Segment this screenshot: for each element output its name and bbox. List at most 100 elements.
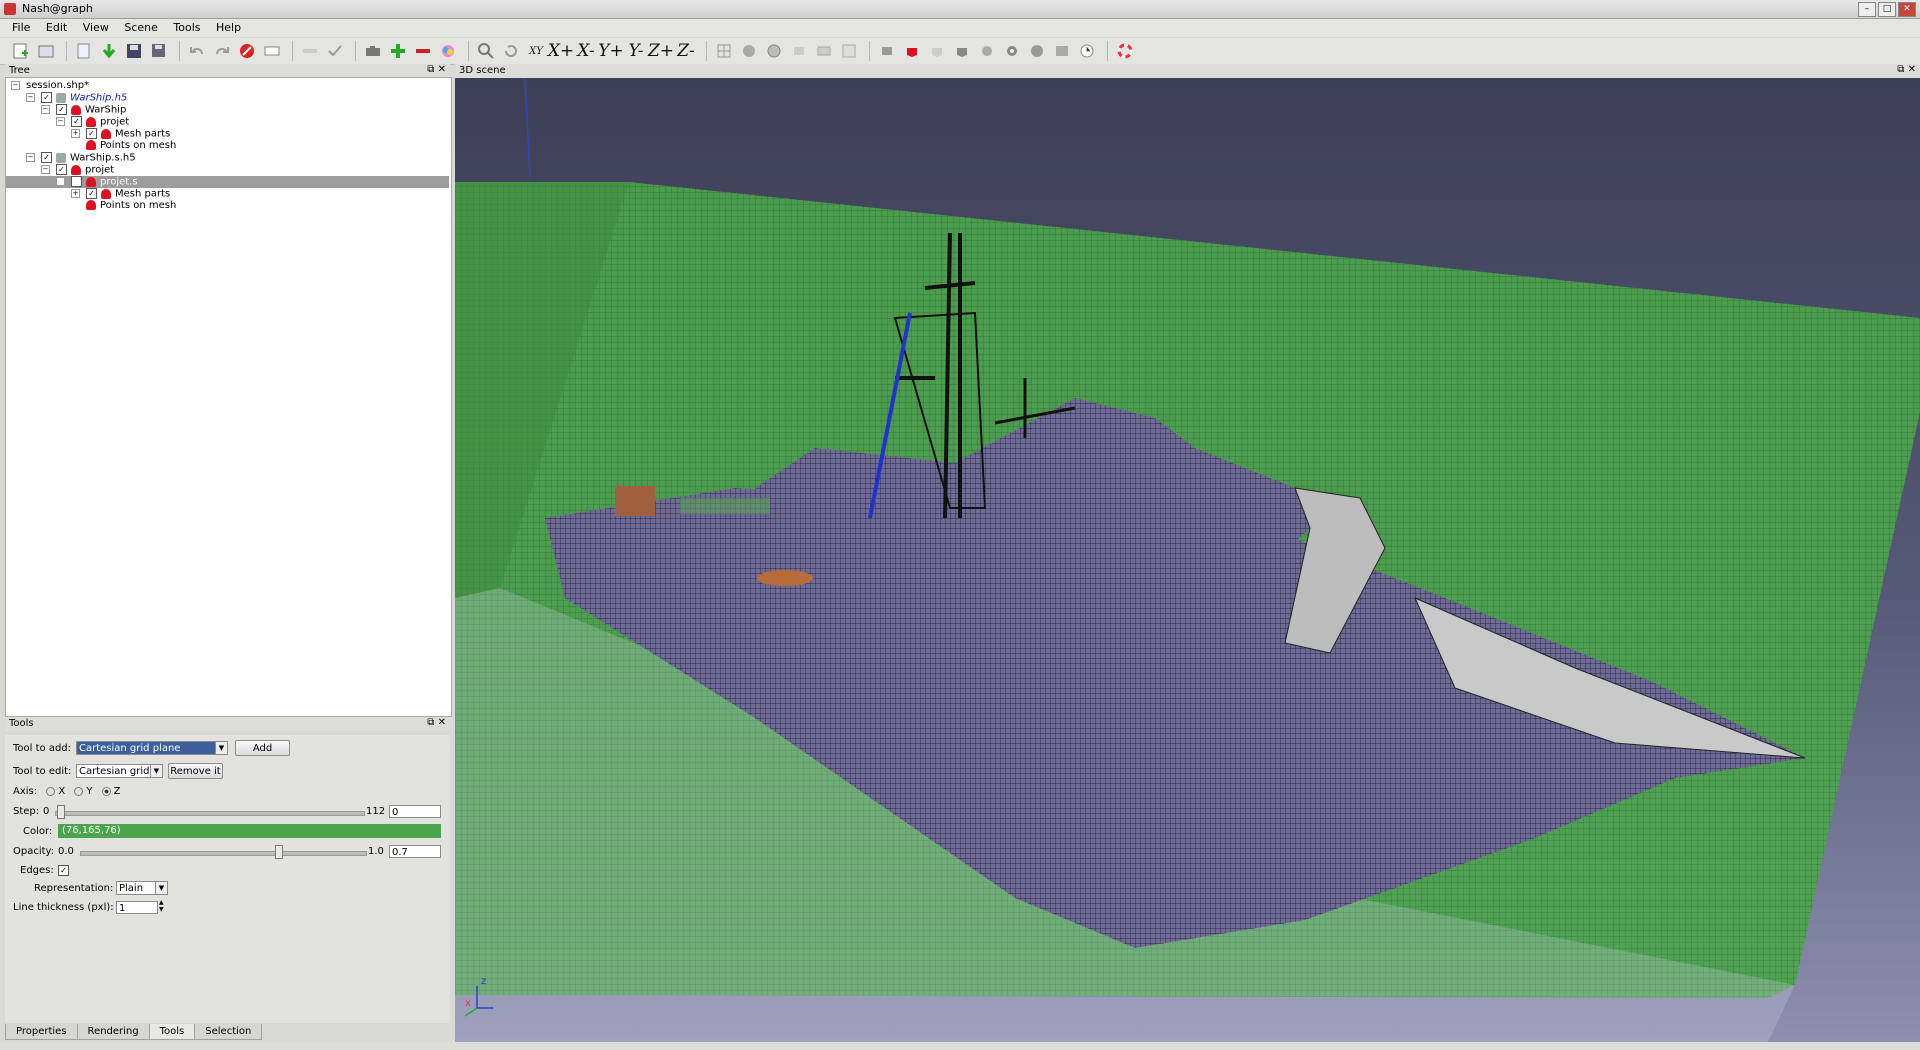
collapse-icon[interactable]: −: [26, 93, 35, 102]
rotate-icon[interactable]: [500, 40, 522, 62]
add-icon[interactable]: [387, 40, 409, 62]
mesh-white-icon[interactable]: [926, 40, 948, 62]
step-slider-handle[interactable]: [57, 805, 65, 819]
tab-rendering[interactable]: Rendering: [76, 1024, 150, 1040]
tree-item-mesh-parts-2[interactable]: + ✓ Mesh parts: [71, 188, 170, 200]
visibility-checkbox[interactable]: ✓: [86, 128, 97, 139]
clock-icon[interactable]: [1076, 40, 1098, 62]
undo-icon[interactable]: [186, 40, 208, 62]
color-wheel-icon[interactable]: [437, 40, 459, 62]
collapse-icon[interactable]: −: [41, 105, 50, 114]
tree-item-warship-s-h5[interactable]: − ✓ WarShip.s.h5: [26, 152, 136, 164]
menu-help[interactable]: Help: [210, 19, 247, 34]
check-icon[interactable]: [324, 40, 346, 62]
tab-tools[interactable]: Tools: [148, 1024, 196, 1040]
edges-checkbox[interactable]: ✓: [58, 865, 69, 876]
visibility-checkbox[interactable]: ✓: [41, 92, 52, 103]
settings-icon[interactable]: [1026, 40, 1048, 62]
collapse-icon[interactable]: −: [11, 80, 20, 90]
tree-item-points-on-mesh[interactable]: Points on mesh: [86, 140, 176, 152]
refresh-icon[interactable]: [1051, 40, 1073, 62]
redo-icon[interactable]: [211, 40, 233, 62]
opacity-slider-handle[interactable]: [275, 845, 283, 859]
visibility-checkbox[interactable]: ✓: [56, 104, 67, 115]
minimize-button[interactable]: –: [1858, 2, 1876, 17]
frame-icon[interactable]: [261, 40, 283, 62]
close-button[interactable]: ✕: [1898, 2, 1916, 17]
shade-icon[interactable]: [763, 40, 785, 62]
expand-icon[interactable]: +: [71, 189, 80, 198]
expand-icon[interactable]: +: [71, 129, 80, 138]
panel-float-close-icon[interactable]: ⧉ ✕: [427, 717, 446, 728]
panel-float-close-icon[interactable]: ⧉ ✕: [427, 64, 446, 75]
new-session-icon[interactable]: [10, 40, 32, 62]
sphere-icon[interactable]: [738, 40, 760, 62]
collapse-icon[interactable]: −: [56, 177, 65, 186]
wireframe-icon[interactable]: [713, 40, 735, 62]
color-swatch[interactable]: (76,165,76): [58, 824, 441, 838]
add-button[interactable]: Add: [235, 740, 290, 756]
camera-icon[interactable]: [362, 40, 384, 62]
view-xy-button[interactable]: XY: [525, 40, 547, 62]
visibility-checkbox[interactable]: ✓: [56, 164, 67, 175]
remove-icon[interactable]: [412, 40, 434, 62]
step-slider[interactable]: [55, 811, 365, 816]
menu-tools[interactable]: Tools: [167, 19, 206, 34]
view-z-plus-button[interactable]: Z+: [648, 40, 674, 62]
tree-item-warship-h5[interactable]: − ✓ WarShip.h5: [26, 92, 127, 104]
tab-selection[interactable]: Selection: [194, 1024, 263, 1040]
blank-icon[interactable]: [299, 40, 321, 62]
save-icon[interactable]: [123, 40, 145, 62]
axis-x-radio[interactable]: [46, 786, 56, 796]
view-x-plus-button[interactable]: X+: [548, 40, 574, 62]
axis-z-radio[interactable]: [101, 786, 111, 796]
help-lifebuoy-icon[interactable]: [1114, 40, 1136, 62]
line-thickness-spinbox[interactable]: 1: [116, 901, 158, 914]
menu-scene[interactable]: Scene: [118, 19, 164, 34]
visibility-checkbox[interactable]: ✓: [41, 152, 52, 163]
opacity-input[interactable]: 0.7: [389, 845, 441, 858]
mesh-gray-icon[interactable]: [876, 40, 898, 62]
grid-medium-icon[interactable]: [813, 40, 835, 62]
collapse-icon[interactable]: −: [26, 153, 35, 162]
grid-small-icon[interactable]: [788, 40, 810, 62]
stop-icon[interactable]: [236, 40, 258, 62]
visibility-checkbox[interactable]: ✓: [71, 176, 82, 187]
grid-large-icon[interactable]: [838, 40, 860, 62]
tree-item-points-on-mesh-2[interactable]: Points on mesh: [86, 200, 176, 212]
view-x-minus-button[interactable]: X-: [575, 40, 597, 62]
remove-it-button[interactable]: Remove it: [168, 763, 223, 779]
download-icon[interactable]: [98, 40, 120, 62]
visibility-checkbox[interactable]: ✓: [86, 188, 97, 199]
cells-icon[interactable]: [976, 40, 998, 62]
tree-item-session[interactable]: − session.shp*: [11, 80, 89, 92]
step-input[interactable]: 0: [389, 805, 441, 818]
tool-to-add-select[interactable]: Cartesian grid plane ▼: [76, 741, 228, 755]
visibility-checkbox[interactable]: ✓: [71, 116, 82, 127]
tree-item-projet-s-selected[interactable]: − ✓ projet.s: [6, 176, 449, 188]
representation-select[interactable]: Plain ▼: [116, 881, 168, 895]
tree-item-projet-2[interactable]: − ✓ projet: [41, 164, 114, 176]
tree-item-mesh-parts[interactable]: + ✓ Mesh parts: [71, 128, 170, 140]
collapse-icon[interactable]: −: [56, 117, 65, 126]
gear-icon[interactable]: [1001, 40, 1023, 62]
view-z-minus-button[interactable]: Z-: [675, 40, 697, 62]
tree-item-projet[interactable]: − ✓ projet: [56, 116, 129, 128]
open-icon[interactable]: [35, 40, 57, 62]
spinbox-arrows-icon[interactable]: ▲ ▼: [159, 899, 164, 913]
menu-edit[interactable]: Edit: [40, 19, 73, 34]
mesh-dark-icon[interactable]: [951, 40, 973, 62]
view-y-minus-button[interactable]: Y-: [625, 40, 647, 62]
zoom-icon[interactable]: [475, 40, 497, 62]
tool-to-edit-select[interactable]: Cartesian grid ▼: [76, 764, 163, 778]
tab-properties[interactable]: Properties: [5, 1024, 78, 1040]
collapse-icon[interactable]: −: [41, 165, 50, 174]
menu-view[interactable]: View: [77, 19, 115, 34]
import-icon[interactable]: [73, 40, 95, 62]
3d-viewport[interactable]: x z: [455, 78, 1920, 1042]
menu-file[interactable]: File: [0, 19, 36, 34]
tree-item-warship[interactable]: − ✓ WarShip: [41, 104, 126, 116]
opacity-slider[interactable]: [80, 851, 367, 856]
axis-y-radio[interactable]: [74, 786, 84, 796]
save-as-icon[interactable]: [148, 40, 170, 62]
